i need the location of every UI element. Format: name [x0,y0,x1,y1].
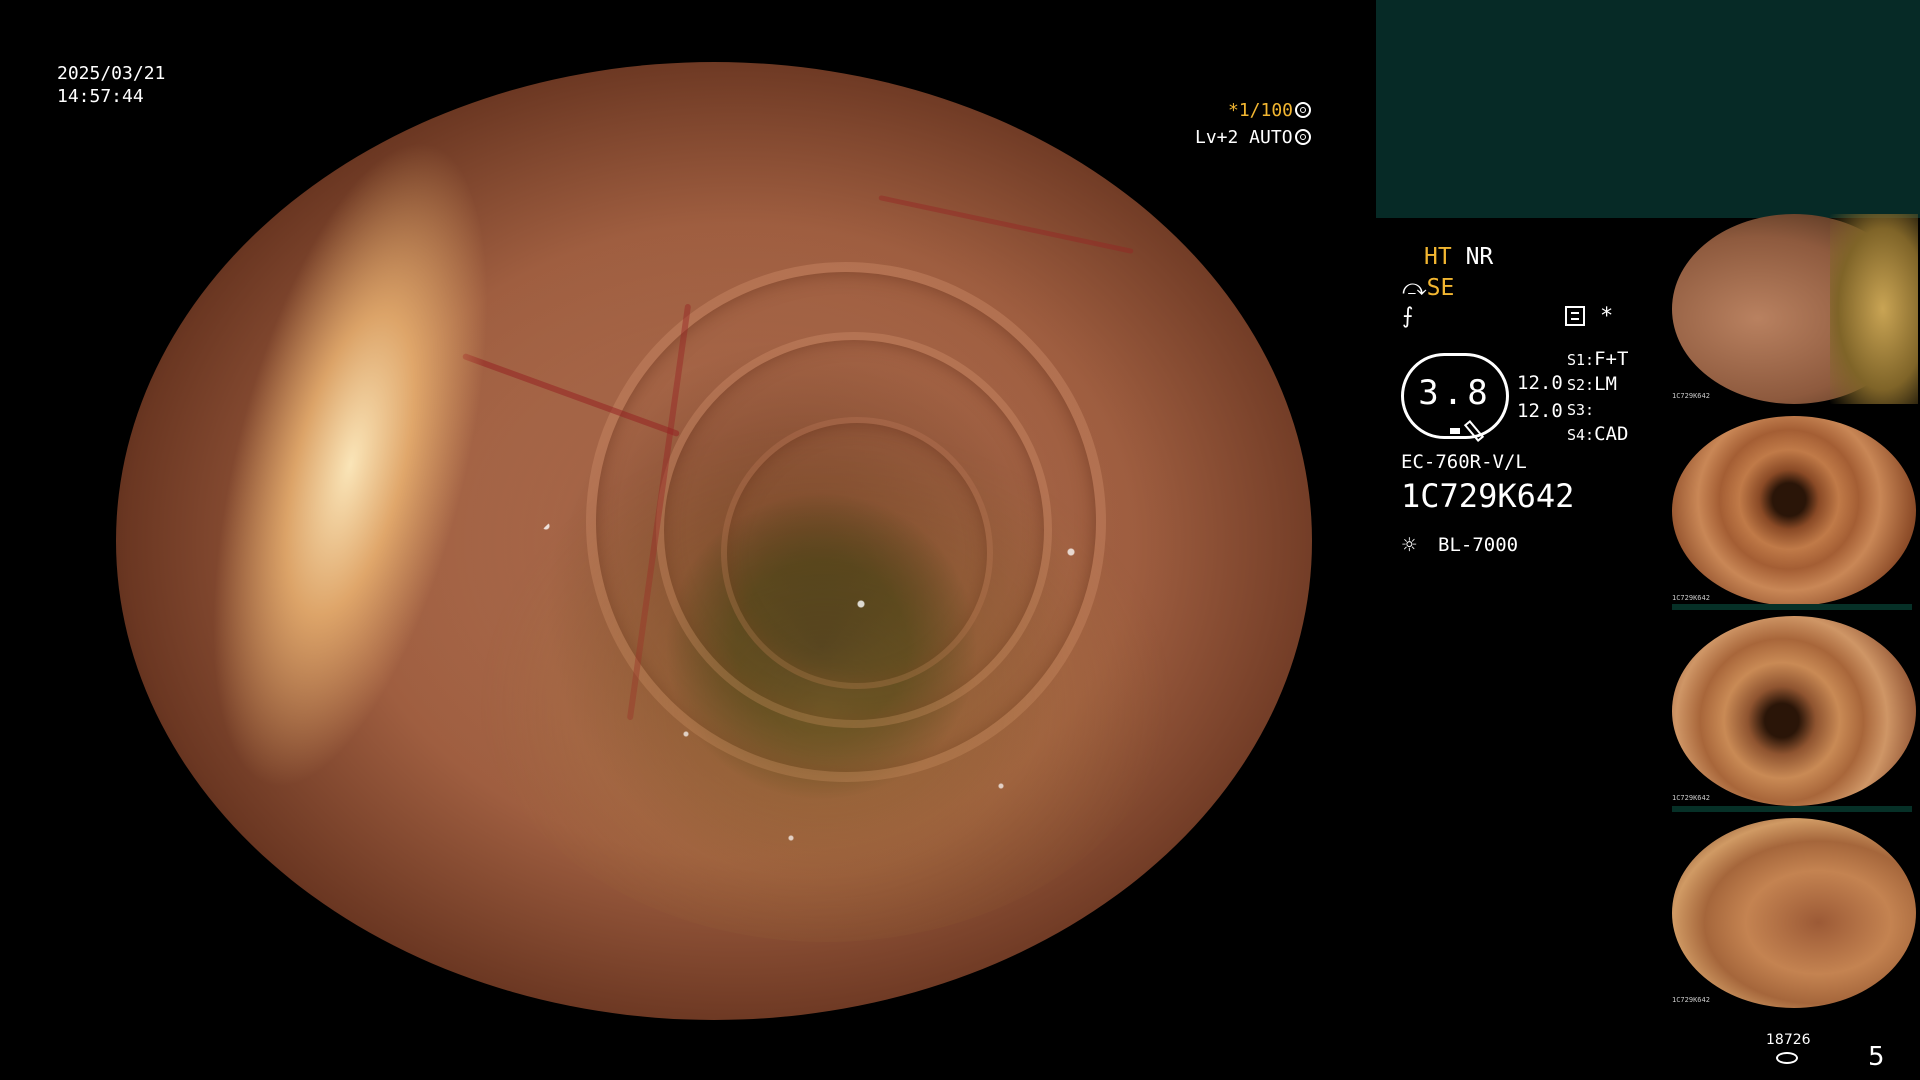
mode-line-se: ⤼SE [1402,275,1454,301]
gauge-number-2: 12.0 [1517,400,1563,422]
slot-key: S1: [1567,351,1595,369]
date-text: 2025/03/21 [57,63,166,84]
level-text: Lv+2 AUTO [1195,127,1293,148]
fluid-bubbles [476,422,1176,942]
switch-slot-4: S4:CAD [1567,423,1628,445]
capture-thumbnail-3[interactable] [1672,616,1916,806]
blood-vessel [878,195,1134,254]
gauge-value: 3.8 [1418,373,1492,413]
slot-value: CAD [1594,423,1629,445]
frame-count: 18726 [1766,1032,1811,1048]
page-number: 5 [1868,1042,1885,1072]
capture-thumbnail-4[interactable] [1672,818,1916,1008]
mode-se: SE [1426,275,1455,301]
slot-key: S4: [1567,426,1595,444]
disk-icon [1776,1052,1798,1064]
time-text: 14:57:44 [57,86,144,107]
mode-nr: NR [1465,244,1494,270]
switch-slot-3: S3: [1567,398,1594,420]
shutter-readout: *1/100 [1228,100,1312,121]
slot-key: S2: [1567,376,1595,394]
thumbnail-divider [1672,604,1912,610]
list-icon [1565,306,1585,326]
datetime-readout: 2025/03/21 14:57:44 [57,62,165,108]
scope-tool-icon: ⤼ [1402,275,1427,301]
mode-line-ht-nr: HT NR [1424,244,1493,270]
slot-value: LM [1594,373,1617,395]
gauge-number-1: 12.0 [1517,372,1563,394]
gauge-marker [1450,428,1460,434]
switch-slot-2: S2:LM [1567,373,1617,395]
slot-key: S3: [1567,401,1595,419]
endoscope-main-view [116,62,1312,1020]
thumbnail-caption: 1C729K642 [1672,392,1710,400]
mode-ht: HT [1424,244,1452,270]
shutter-text: *1/100 [1228,100,1294,121]
thumbnail-fluid-region [1830,214,1918,404]
top-info-panel [1376,0,1920,218]
aperture-icon [1295,102,1312,118]
light-reflection [116,73,568,1011]
thumbnail-caption: 1C729K642 [1672,996,1710,1004]
light-source: BL-7000 [1438,534,1519,556]
thumbnail-caption: 1C729K642 [1672,594,1710,602]
thumbnail-caption: 1C729K642 [1672,794,1710,802]
capture-thumbnail-2[interactable] [1672,416,1916,606]
light-icon: ☼ [1402,531,1417,559]
auto-iris-icon [1294,129,1311,145]
thumbnail-divider [1672,806,1912,812]
scope-serial: 1C729K642 [1401,477,1575,515]
level-readout: Lv+2 AUTO [1195,127,1311,148]
star-mark: * [1600,304,1614,329]
switch-slot-1: S1:F+T [1567,348,1628,370]
scope-model: EC-760R-V/L [1401,451,1527,473]
slot-value: F+T [1594,348,1629,370]
line-icon: ⨍ [1402,304,1414,329]
